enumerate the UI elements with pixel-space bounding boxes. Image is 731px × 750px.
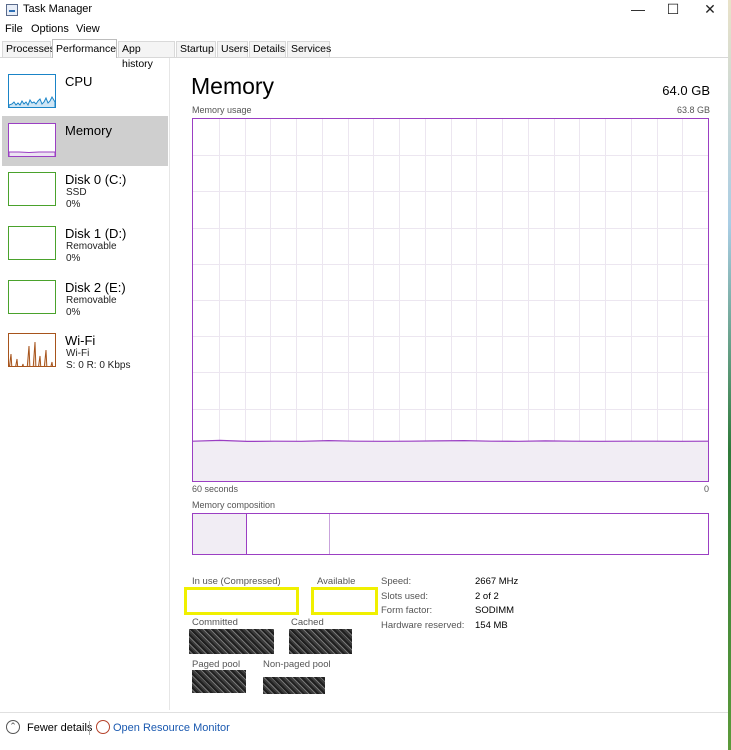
resource-monitor-icon[interactable] [96,720,110,734]
memory-sparkline [9,151,55,156]
form-factor-label: Form factor: [381,605,433,616]
memory-usage-max: 63.8 GB [676,105,710,115]
sidebar-item-label: Disk 2 (E:) [65,280,126,295]
memory-usage-area [193,440,708,481]
wifi-throughput: S: 0 R: 0 Kbps [66,360,131,371]
in-use-segment [193,514,247,554]
menu-bar [0,21,731,39]
memory-usage-label: Memory usage [192,105,252,115]
page-title: Memory [191,73,275,99]
sidebar-item-label: Memory [65,123,112,138]
sidebar-item-label: CPU [65,74,93,89]
close-button[interactable]: ✕ [692,0,728,20]
sidebar-item-label: Wi-Fi [65,333,96,348]
memory-usage-chart [192,119,709,481]
hardware-reserved-label: Hardware reserved: [381,620,465,631]
non-paged-pool-value-redacted [263,677,325,694]
menu-options[interactable]: Options [31,23,69,35]
available-label: Available [317,576,356,587]
disk-usage: 0% [66,307,81,318]
disk0-sparkline [9,173,55,206]
committed-value-redacted [189,629,274,654]
slots-label: Slots used: [381,591,428,602]
tab-details[interactable]: Details [249,41,286,57]
cached-label: Cached [291,617,324,628]
disk-usage: 0% [66,199,81,210]
disk-type: Removable [66,241,117,252]
committed-label: Committed [192,617,238,628]
cpu-thumbnail-graph [8,74,56,108]
fewer-details-button[interactable]: Fewer details [27,722,92,734]
speed-value: 2667 MHz [475,576,519,587]
memory-composition-label: Memory composition [192,500,276,510]
menu-file[interactable]: File [5,23,23,35]
modified-segment [247,514,330,554]
memory-composition-bar [192,513,709,555]
memory-usage-graph [192,118,709,482]
memory-thumbnail-graph [8,123,56,157]
sidebar-item-label: Disk 0 (C:) [65,172,127,187]
memory-total: 64.0 GB [662,83,710,98]
in-use-value-highlight [184,587,299,615]
tab-startup[interactable]: Startup [176,41,216,57]
hardware-reserved-value: 154 MB [475,620,508,631]
disk2-thumbnail-graph [8,280,56,314]
cached-value-redacted [289,629,352,654]
slots-value: 2 of 2 [475,591,499,602]
available-value-highlight [311,587,378,615]
disk-usage: 0% [66,253,81,264]
cpu-sparkline [9,95,55,107]
x-axis-end-label: 0 [703,484,709,494]
x-axis-start-label: 60 seconds [192,484,239,494]
maximize-button[interactable]: ☐ [655,0,691,20]
disk0-thumbnail-graph [8,172,56,206]
disk-type: Removable [66,295,117,306]
minimize-button[interactable]: — [620,0,656,20]
wifi-sparkline [9,341,54,366]
paged-pool-label: Paged pool [192,659,241,670]
window-title: Task Manager [23,3,93,15]
tab-performance[interactable]: Performance [52,39,117,58]
form-factor-value: SODIMM [475,605,515,616]
speed-label: Speed: [381,576,412,587]
tab-processes[interactable]: Processes [2,41,55,57]
in-use-label: In use (Compressed) [192,576,281,587]
sidebar-item-label: Disk 1 (D:) [65,226,127,241]
tab-app-history[interactable]: App history [118,41,175,70]
wifi-adapter: Wi-Fi [66,348,90,359]
menu-view[interactable]: View [76,23,100,35]
chevron-up-icon[interactable]: ⌃ [6,720,20,734]
open-resource-monitor-link[interactable]: Open Resource Monitor [113,722,230,734]
footer-divider [89,721,90,735]
non-paged-pool-label: Non-paged pool [263,659,331,670]
disk-type: SSD [66,187,87,198]
disk1-thumbnail-graph [8,226,56,260]
tab-users[interactable]: Users [217,41,248,57]
tab-services[interactable]: Services [287,41,331,57]
wifi-thumbnail-graph [8,333,56,367]
task-manager-icon [6,4,18,16]
paged-pool-value-redacted [192,670,246,693]
